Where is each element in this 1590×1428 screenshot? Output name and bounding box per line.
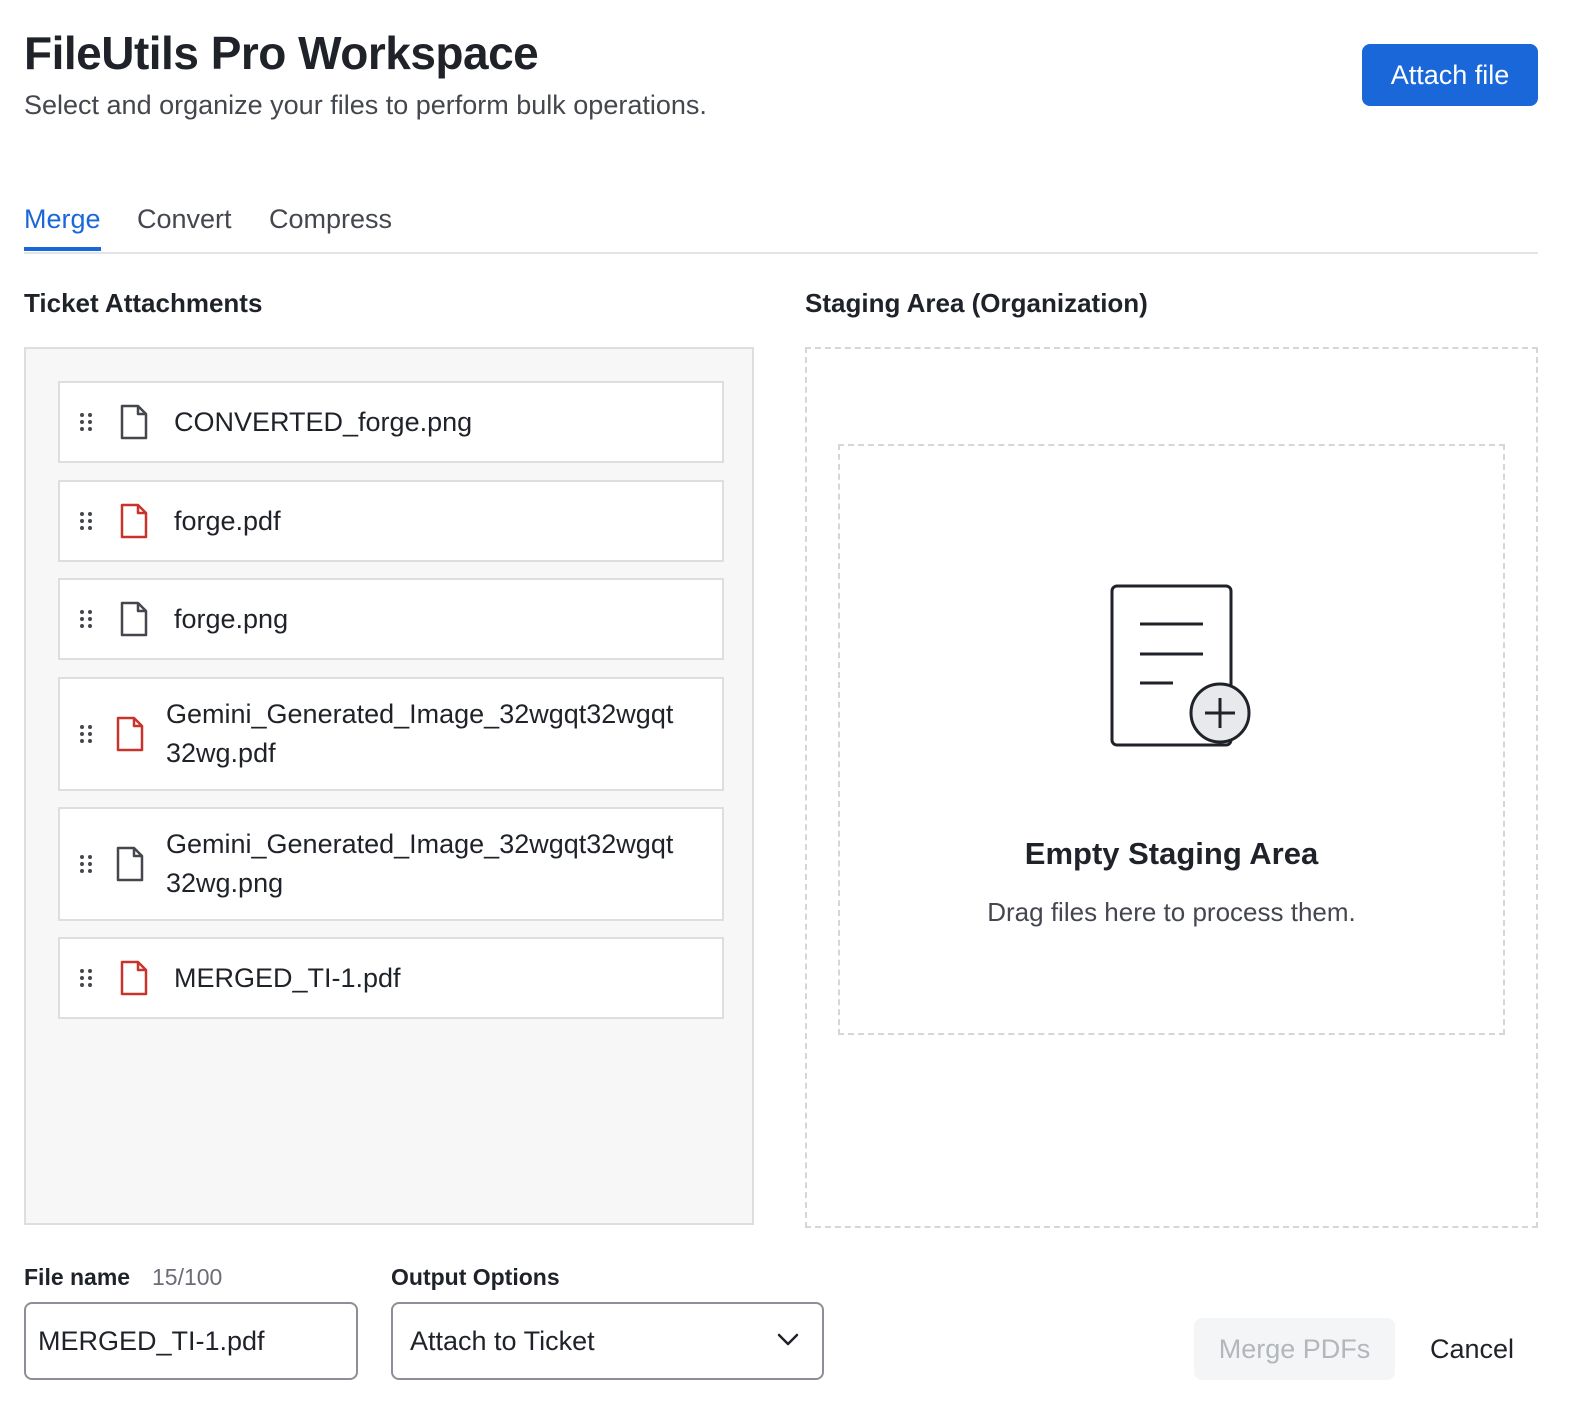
attachment-name: forge.png xyxy=(174,603,289,634)
empty-staging-title: Empty Staging Area xyxy=(1024,836,1319,871)
char-count: 15/100 xyxy=(152,1264,223,1290)
merge-pdfs-button[interactable]: Merge PDFs xyxy=(1194,1318,1395,1380)
attach-file-button[interactable]: Attach file xyxy=(1362,44,1538,106)
empty-staging-description: Drag files here to process them. xyxy=(987,897,1356,927)
pdf-document-icon xyxy=(120,503,148,539)
page-title: FileUtils Pro Workspace xyxy=(24,27,539,79)
tab-bar: Merge Convert Compress xyxy=(24,196,1538,254)
drag-handle-icon[interactable] xyxy=(80,725,94,743)
drag-handle-icon[interactable] xyxy=(80,413,94,431)
page-subtitle: Select and organize your files to perfor… xyxy=(24,90,707,120)
drag-handle-icon[interactable] xyxy=(80,855,94,873)
output-options-label: Output Options xyxy=(391,1264,560,1290)
staging-area-heading: Staging Area (Organization) xyxy=(805,288,1148,318)
attachment-item[interactable]: forge.png xyxy=(58,578,724,660)
tab-compress[interactable]: Compress xyxy=(269,204,392,247)
ticket-attachments-heading: Ticket Attachments xyxy=(24,288,263,318)
attachment-item[interactable]: Gemini_Generated_Image_32wgqt32wgqt 32wg… xyxy=(58,677,724,791)
output-options-value: Attach to Ticket xyxy=(410,1326,595,1356)
cancel-button[interactable]: Cancel xyxy=(1410,1318,1534,1380)
attachment-item[interactable]: Gemini_Generated_Image_32wgqt32wgqt 32wg… xyxy=(58,807,724,921)
drag-handle-icon[interactable] xyxy=(80,969,94,987)
attachment-item[interactable]: forge.pdf xyxy=(58,480,724,562)
attachment-name: MERGED_TI-1.pdf xyxy=(174,962,401,993)
document-icon xyxy=(120,404,148,440)
chevron-down-icon xyxy=(777,1333,799,1346)
document-icon xyxy=(120,601,148,637)
tab-merge[interactable]: Merge xyxy=(24,204,101,251)
tab-convert[interactable]: Convert xyxy=(137,204,232,247)
attachment-name: forge.pdf xyxy=(174,505,281,536)
file-name-label: File name xyxy=(24,1264,131,1290)
attachment-name: Gemini_Generated_Image_32wgqt32wgqt 32wg… xyxy=(166,829,674,898)
output-options-select[interactable]: Attach to Ticket xyxy=(391,1302,824,1380)
document-icon xyxy=(116,846,144,882)
attachment-name: Gemini_Generated_Image_32wgqt32wgqt 32wg… xyxy=(166,699,674,768)
attachment-name: CONVERTED_forge.png xyxy=(174,406,473,437)
pdf-document-icon xyxy=(116,716,144,752)
file-name-input[interactable] xyxy=(24,1302,358,1380)
drag-handle-icon[interactable] xyxy=(80,610,94,628)
attachment-item[interactable]: CONVERTED_forge.png xyxy=(58,381,724,463)
attachment-item[interactable]: MERGED_TI-1.pdf xyxy=(58,937,724,1019)
pdf-document-icon xyxy=(120,960,148,996)
ticket-attachments-panel: CONVERTED_forge.png forge.pdf forge.png xyxy=(24,347,754,1225)
add-document-icon xyxy=(1110,584,1251,747)
drag-handle-icon[interactable] xyxy=(80,512,94,530)
